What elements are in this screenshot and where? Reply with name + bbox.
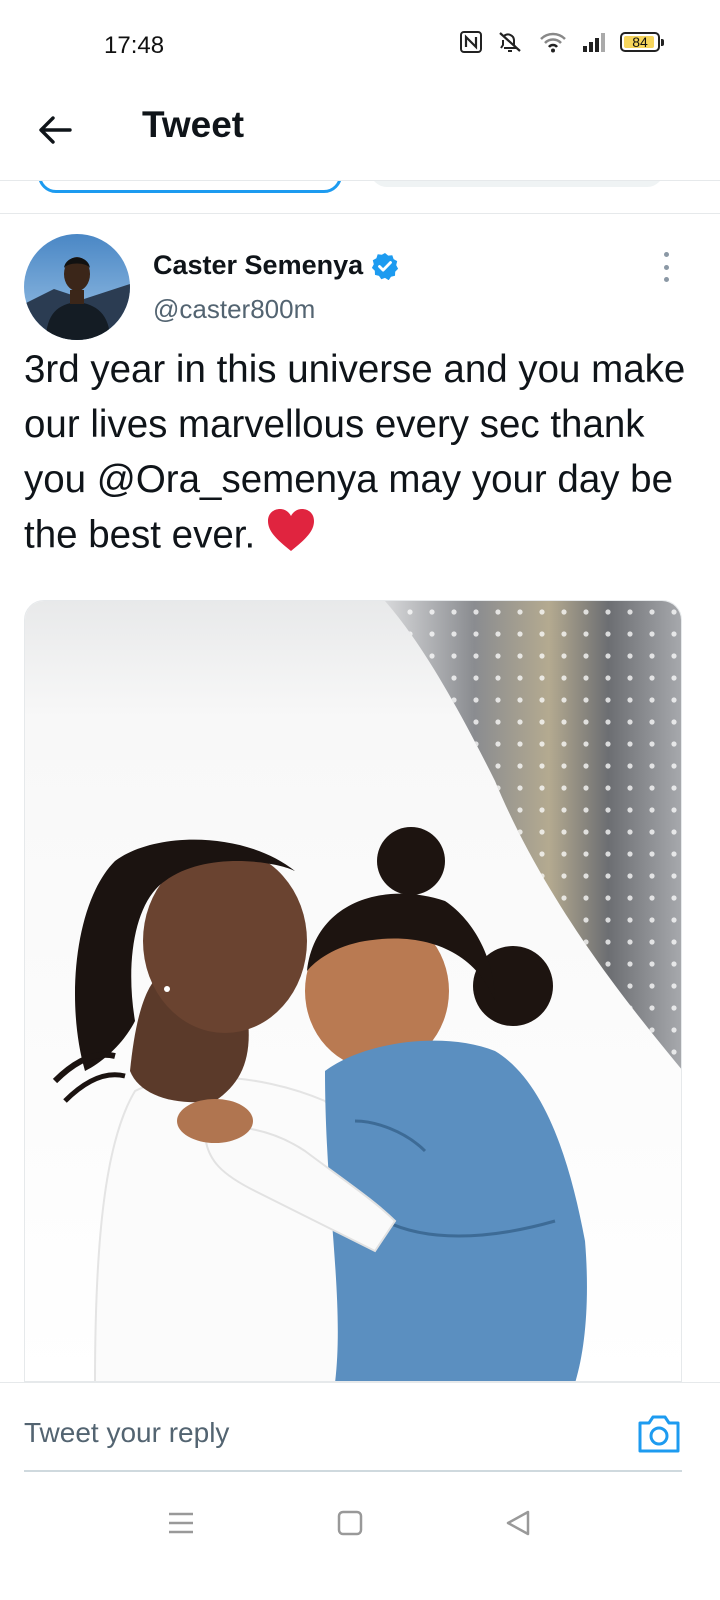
- camera-icon: [638, 1415, 680, 1453]
- more-dot-icon: [663, 252, 669, 257]
- more-options-button[interactable]: [652, 250, 680, 284]
- top-bar: Tweet: [0, 90, 720, 180]
- nav-home-button[interactable]: [336, 1508, 364, 1543]
- reply-input[interactable]: Tweet your reply: [24, 1417, 229, 1449]
- previous-filled-button[interactable]: [370, 181, 664, 187]
- menu-icon: [169, 1512, 193, 1534]
- camera-button[interactable]: [636, 1413, 682, 1455]
- back-icon: [506, 1510, 530, 1536]
- nav-back-button[interactable]: [504, 1508, 532, 1543]
- system-nav-bar: [0, 1472, 720, 1600]
- author-name[interactable]: Caster Semenya: [153, 250, 399, 281]
- battery-icon: 84: [620, 32, 664, 52]
- author-name-text: Caster Semenya: [153, 250, 364, 280]
- wifi-icon: [538, 31, 568, 53]
- tweet-text: 3rd year in this universe and you make o…: [24, 342, 696, 568]
- author-handle[interactable]: @caster800m: [153, 294, 315, 325]
- nav-menu-button[interactable]: [166, 1508, 196, 1543]
- tweet-media-photo[interactable]: [24, 600, 682, 1382]
- nfc-icon: [460, 31, 482, 53]
- previous-content-strip: [0, 180, 720, 214]
- status-icons: 84: [460, 30, 664, 54]
- back-arrow-icon: [39, 116, 72, 144]
- reply-bar: Tweet your reply: [0, 1382, 720, 1473]
- mute-icon: [496, 30, 524, 54]
- back-button[interactable]: [30, 105, 80, 155]
- page-title: Tweet: [142, 104, 245, 145]
- status-bar: 17:48 84: [0, 0, 720, 90]
- avatar[interactable]: [24, 234, 130, 340]
- battery-level: 84: [632, 34, 648, 50]
- home-icon: [337, 1510, 363, 1536]
- previous-outline-button[interactable]: [38, 181, 342, 193]
- status-time: 17:48: [104, 32, 165, 59]
- more-dot-icon: [663, 277, 669, 282]
- red-heart-emoji-icon: [266, 507, 316, 568]
- signal-icon: [582, 31, 606, 53]
- more-dot-icon: [663, 264, 669, 270]
- verified-badge-icon: [372, 252, 399, 280]
- mention-link[interactable]: @Ora_semenya: [97, 458, 378, 501]
